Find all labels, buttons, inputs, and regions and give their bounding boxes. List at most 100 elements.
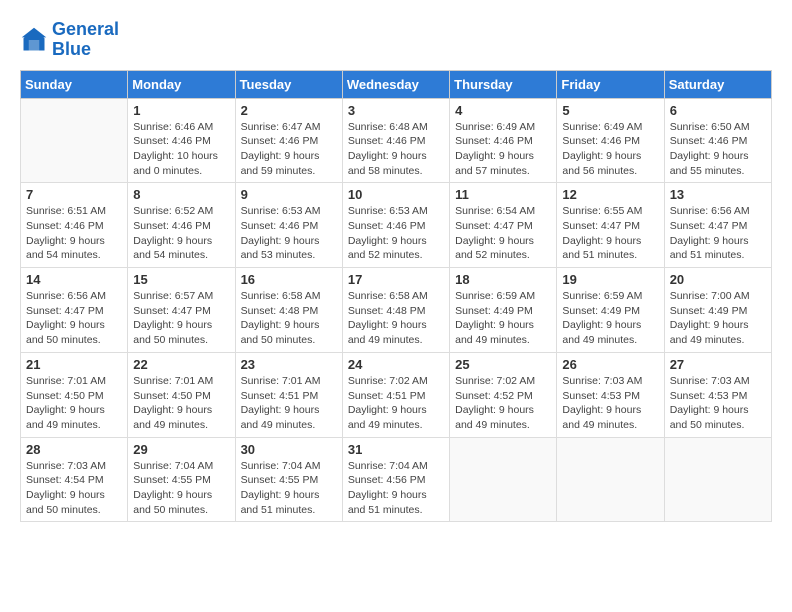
calendar-cell: 16Sunrise: 6:58 AMSunset: 4:48 PMDayligh… — [235, 268, 342, 353]
weekday-header: Saturday — [664, 70, 771, 98]
day-number: 6 — [670, 103, 766, 118]
weekday-header: Monday — [128, 70, 235, 98]
calendar-cell — [664, 437, 771, 522]
calendar-cell: 20 Sunrise: 7:00 AMSunset: 4:49 PMDayligh… — [664, 268, 771, 353]
calendar-cell: 26 Sunrise: 7:03 AMSunset: 4:53 PMDayligh… — [557, 352, 664, 437]
calendar-week-row: 21 Sunrise: 7:01 AMSunset: 4:50 PMDayligh… — [21, 352, 772, 437]
day-info: Sunrise: 6:59 AMSunset: 4:49 PMDaylight:… — [455, 289, 551, 348]
calendar-cell: 17 Sunrise: 6:58 AMSunset: 4:48 PMDayligh… — [342, 268, 449, 353]
calendar-cell: 4 Sunrise: 6:49 AMSunset: 4:46 PMDaylight… — [450, 98, 557, 183]
day-number: 7 — [26, 187, 122, 202]
day-number: 19 — [562, 272, 658, 287]
day-number: 18 — [455, 272, 551, 287]
day-number: 30 — [241, 442, 337, 457]
day-info: Sunrise: 7:03 AMSunset: 4:53 PMDaylight:… — [670, 374, 766, 433]
day-number: 20 — [670, 272, 766, 287]
day-info: Sunrise: 6:55 AMSunset: 4:47 PMDaylight:… — [562, 204, 658, 263]
day-number: 15 — [133, 272, 229, 287]
calendar-cell: 24Sunrise: 7:02 AMSunset: 4:51 PMDayligh… — [342, 352, 449, 437]
day-info: Sunrise: 6:53 AMSunset: 4:46 PMDaylight:… — [241, 204, 337, 263]
day-info: Sunrise: 6:56 AMSunset: 4:47 PMDaylight:… — [26, 289, 122, 348]
day-number: 13 — [670, 187, 766, 202]
calendar-cell: 29 Sunrise: 7:04 AMSunset: 4:55 PMDayligh… — [128, 437, 235, 522]
day-number: 8 — [133, 187, 229, 202]
day-info: Sunrise: 6:50 AMSunset: 4:46 PMDaylight:… — [670, 120, 766, 179]
day-number: 16 — [241, 272, 337, 287]
day-info: Sunrise: 7:01 AMSunset: 4:50 PMDaylight:… — [26, 374, 122, 433]
day-number: 25 — [455, 357, 551, 372]
day-info: Sunrise: 7:03 AMSunset: 4:54 PMDaylight:… — [26, 459, 122, 518]
day-number: 21 — [26, 357, 122, 372]
calendar-cell: 19 Sunrise: 6:59 AMSunset: 4:49 PMDayligh… — [557, 268, 664, 353]
day-number: 17 — [348, 272, 444, 287]
weekday-header: Tuesday — [235, 70, 342, 98]
day-number: 12 — [562, 187, 658, 202]
day-info: Sunrise: 6:57 AMSunset: 4:47 PMDaylight:… — [133, 289, 229, 348]
calendar-cell: 5 Sunrise: 6:49 AMSunset: 4:46 PMDaylight… — [557, 98, 664, 183]
day-number: 11 — [455, 187, 551, 202]
day-number: 4 — [455, 103, 551, 118]
calendar-week-row: 7 Sunrise: 6:51 AMSunset: 4:46 PMDaylight… — [21, 183, 772, 268]
calendar-cell: 28 Sunrise: 7:03 AMSunset: 4:54 PMDayligh… — [21, 437, 128, 522]
day-info: Sunrise: 6:48 AMSunset: 4:46 PMDaylight:… — [348, 120, 444, 179]
calendar-cell: 10 Sunrise: 6:53 AMSunset: 4:46 PMDayligh… — [342, 183, 449, 268]
calendar-cell: 30Sunrise: 7:04 AMSunset: 4:55 PMDayligh… — [235, 437, 342, 522]
day-number: 23 — [241, 357, 337, 372]
page-header: General Blue — [20, 20, 772, 60]
calendar-cell: 31 Sunrise: 7:04 AMSunset: 4:56 PMDayligh… — [342, 437, 449, 522]
calendar-cell: 18 Sunrise: 6:59 AMSunset: 4:49 PMDayligh… — [450, 268, 557, 353]
calendar-cell: 15 Sunrise: 6:57 AMSunset: 4:47 PMDayligh… — [128, 268, 235, 353]
day-info: Sunrise: 6:56 AMSunset: 4:47 PMDaylight:… — [670, 204, 766, 263]
day-info: Sunrise: 7:02 AMSunset: 4:52 PMDaylight:… — [455, 374, 551, 433]
day-number: 5 — [562, 103, 658, 118]
day-info: Sunrise: 7:04 AMSunset: 4:55 PMDaylight:… — [133, 459, 229, 518]
calendar-cell: 1Sunrise: 6:46 AMSunset: 4:46 PMDaylight… — [128, 98, 235, 183]
calendar-cell: 13 Sunrise: 6:56 AMSunset: 4:47 PMDayligh… — [664, 183, 771, 268]
weekday-header: Friday — [557, 70, 664, 98]
day-info: Sunrise: 6:46 AMSunset: 4:46 PMDaylight:… — [133, 120, 229, 179]
day-info: Sunrise: 6:51 AMSunset: 4:46 PMDaylight:… — [26, 204, 122, 263]
day-number: 10 — [348, 187, 444, 202]
day-info: Sunrise: 7:04 AMSunset: 4:56 PMDaylight:… — [348, 459, 444, 518]
calendar-cell — [557, 437, 664, 522]
day-number: 24 — [348, 357, 444, 372]
day-number: 28 — [26, 442, 122, 457]
calendar-body: 1Sunrise: 6:46 AMSunset: 4:46 PMDaylight… — [21, 98, 772, 522]
day-info: Sunrise: 7:03 AMSunset: 4:53 PMDaylight:… — [562, 374, 658, 433]
calendar-cell — [21, 98, 128, 183]
calendar-cell: 2Sunrise: 6:47 AMSunset: 4:46 PMDaylight… — [235, 98, 342, 183]
calendar-cell: 9Sunrise: 6:53 AMSunset: 4:46 PMDaylight… — [235, 183, 342, 268]
day-info: Sunrise: 6:49 AMSunset: 4:46 PMDaylight:… — [562, 120, 658, 179]
calendar-cell — [450, 437, 557, 522]
calendar-week-row: 14Sunrise: 6:56 AMSunset: 4:47 PMDayligh… — [21, 268, 772, 353]
day-info: Sunrise: 7:01 AMSunset: 4:50 PMDaylight:… — [133, 374, 229, 433]
calendar-week-row: 1Sunrise: 6:46 AMSunset: 4:46 PMDaylight… — [21, 98, 772, 183]
day-info: Sunrise: 6:49 AMSunset: 4:46 PMDaylight:… — [455, 120, 551, 179]
calendar-cell: 3 Sunrise: 6:48 AMSunset: 4:46 PMDaylight… — [342, 98, 449, 183]
day-number: 31 — [348, 442, 444, 457]
weekday-header: Thursday — [450, 70, 557, 98]
day-number: 29 — [133, 442, 229, 457]
day-info: Sunrise: 6:58 AMSunset: 4:48 PMDaylight:… — [348, 289, 444, 348]
calendar-table: SundayMondayTuesdayWednesdayThursdayFrid… — [20, 70, 772, 523]
calendar-cell: 27 Sunrise: 7:03 AMSunset: 4:53 PMDayligh… — [664, 352, 771, 437]
calendar-cell: 7 Sunrise: 6:51 AMSunset: 4:46 PMDaylight… — [21, 183, 128, 268]
day-info: Sunrise: 6:52 AMSunset: 4:46 PMDaylight:… — [133, 204, 229, 263]
calendar-cell: 21 Sunrise: 7:01 AMSunset: 4:50 PMDayligh… — [21, 352, 128, 437]
day-info: Sunrise: 6:53 AMSunset: 4:46 PMDaylight:… — [348, 204, 444, 263]
calendar-week-row: 28 Sunrise: 7:03 AMSunset: 4:54 PMDayligh… — [21, 437, 772, 522]
day-number: 3 — [348, 103, 444, 118]
logo: General Blue — [20, 20, 119, 60]
day-info: Sunrise: 6:47 AMSunset: 4:46 PMDaylight:… — [241, 120, 337, 179]
weekday-header: Wednesday — [342, 70, 449, 98]
day-info: Sunrise: 6:59 AMSunset: 4:49 PMDaylight:… — [562, 289, 658, 348]
weekday-header: Sunday — [21, 70, 128, 98]
calendar-cell: 6 Sunrise: 6:50 AMSunset: 4:46 PMDaylight… — [664, 98, 771, 183]
calendar-cell: 14Sunrise: 6:56 AMSunset: 4:47 PMDayligh… — [21, 268, 128, 353]
logo-text: General Blue — [52, 20, 119, 60]
calendar-cell: 8 Sunrise: 6:52 AMSunset: 4:46 PMDaylight… — [128, 183, 235, 268]
day-number: 27 — [670, 357, 766, 372]
day-number: 26 — [562, 357, 658, 372]
calendar-cell: 12 Sunrise: 6:55 AMSunset: 4:47 PMDayligh… — [557, 183, 664, 268]
day-info: Sunrise: 7:00 AMSunset: 4:49 PMDaylight:… — [670, 289, 766, 348]
